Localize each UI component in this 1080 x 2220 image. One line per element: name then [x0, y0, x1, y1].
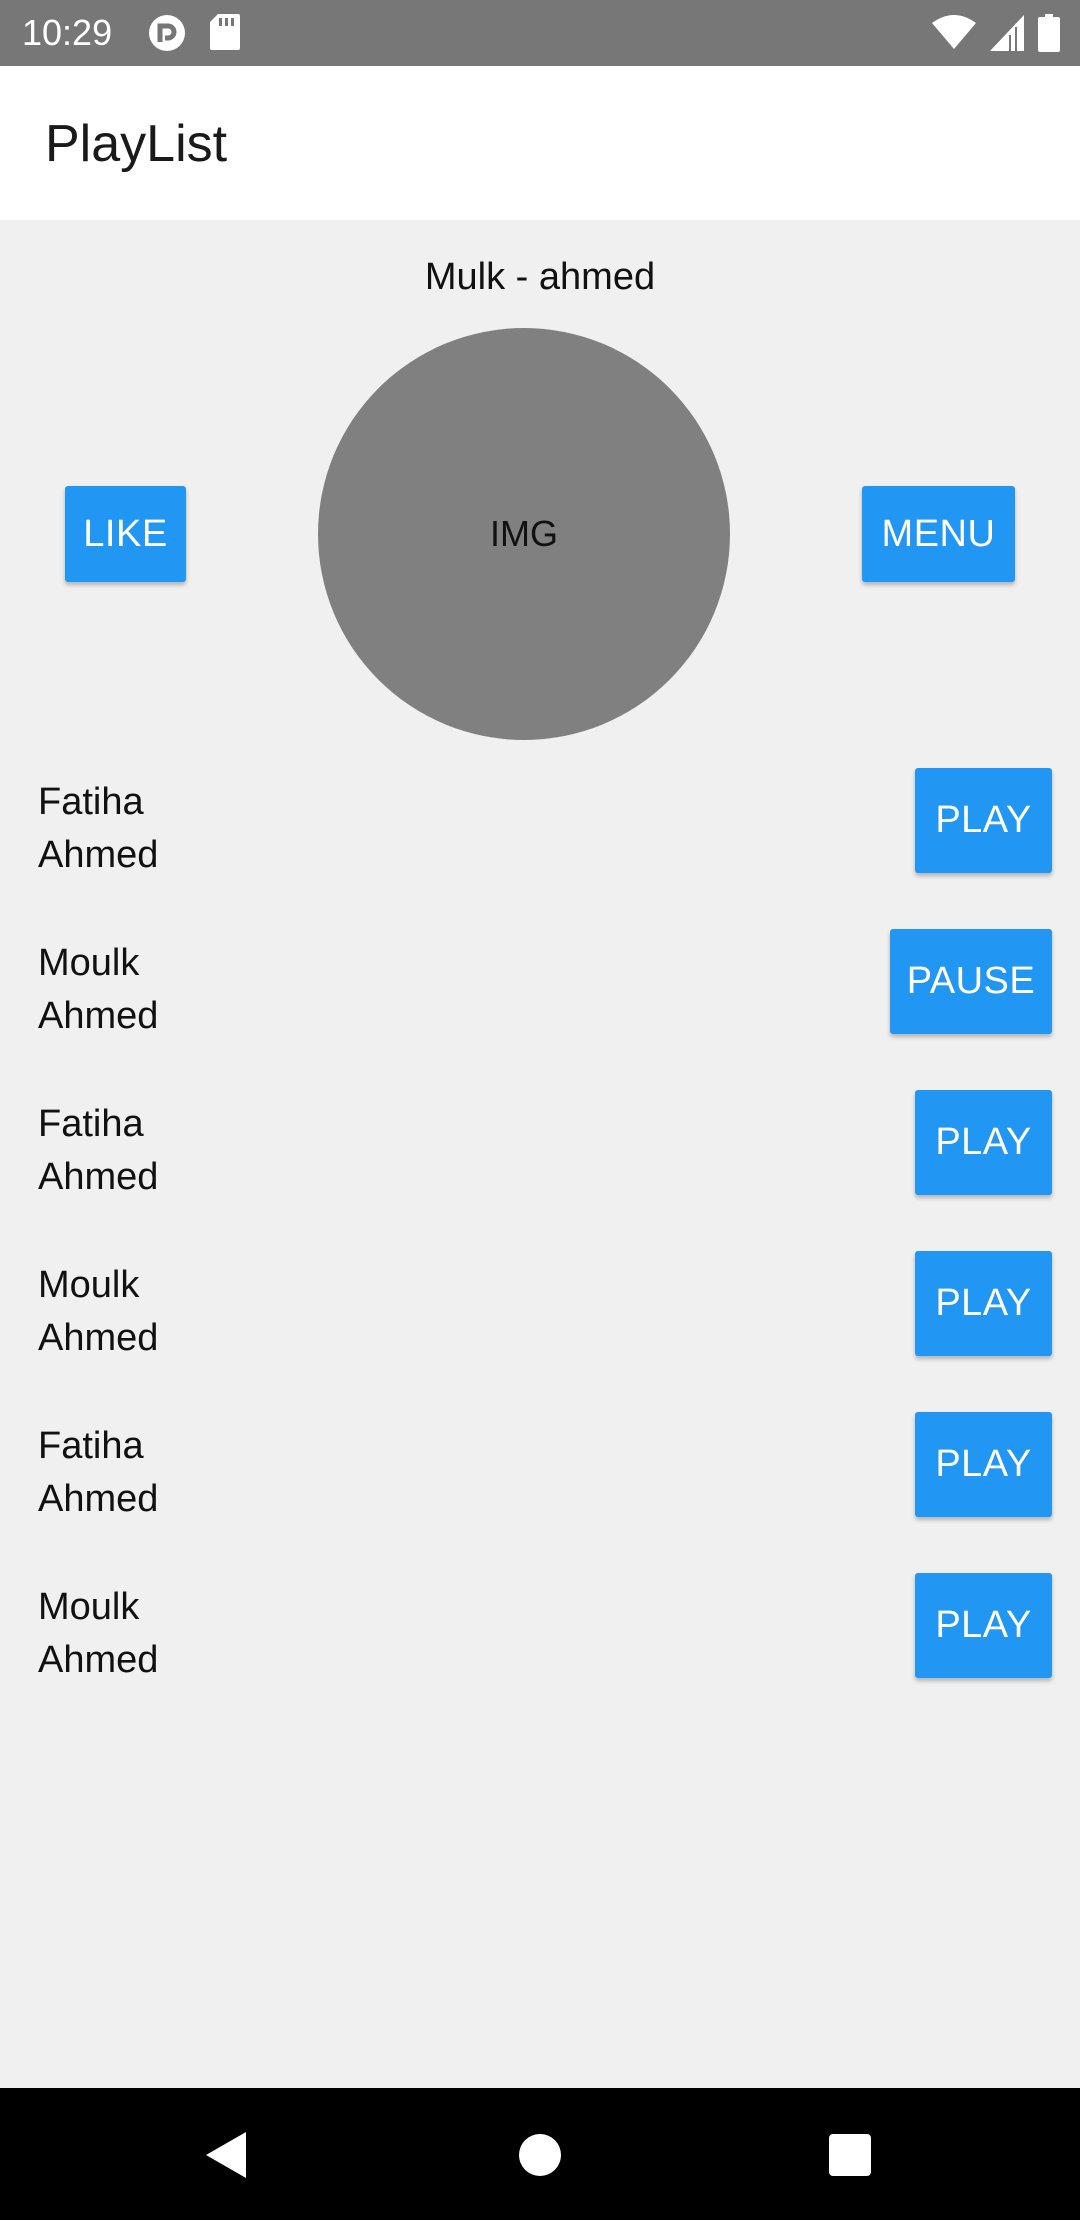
track-title: Moulk: [38, 1264, 140, 1306]
list-item: Moulk Ahmed PLAY: [0, 1573, 1080, 1734]
album-cover: IMG: [318, 328, 730, 740]
playlist: Fatiha Ahmed PLAY Moulk Ahmed PAUSE Fati…: [0, 768, 1080, 1734]
battery-icon: [1038, 14, 1060, 52]
track-title: Moulk: [38, 1586, 140, 1628]
play-button[interactable]: PLAY: [915, 768, 1052, 873]
pause-button[interactable]: PAUSE: [890, 929, 1052, 1034]
play-button[interactable]: PLAY: [915, 1090, 1052, 1195]
home-icon[interactable]: [519, 2134, 561, 2176]
track-artist: Ahmed: [38, 834, 159, 876]
nfc-icon: [148, 14, 186, 52]
play-button[interactable]: PLAY: [915, 1251, 1052, 1356]
track-title: Fatiha: [38, 781, 144, 823]
list-item: Fatiha Ahmed PLAY: [0, 768, 1080, 929]
track-artist: Ahmed: [38, 1478, 159, 1520]
signal-icon: [990, 15, 1024, 51]
sd-card-icon: [210, 14, 240, 52]
track-title: Moulk: [38, 942, 140, 984]
track-title: Fatiha: [38, 1103, 144, 1145]
app-bar: PlayList: [0, 66, 1080, 220]
album-cover-label: IMG: [490, 513, 558, 554]
track-artist: Ahmed: [38, 1639, 159, 1681]
list-item: Moulk Ahmed PAUSE: [0, 929, 1080, 1090]
navigation-bar: [0, 2088, 1080, 2220]
track-title: Fatiha: [38, 1425, 144, 1467]
play-button[interactable]: PLAY: [915, 1412, 1052, 1517]
play-button[interactable]: PLAY: [915, 1573, 1052, 1678]
menu-button[interactable]: MENU: [862, 486, 1015, 582]
now-playing-title: Mulk - ahmed: [424, 256, 656, 298]
wifi-icon: [932, 15, 976, 51]
track-artist: Ahmed: [38, 1156, 159, 1198]
list-item: Fatiha Ahmed PLAY: [0, 1412, 1080, 1573]
status-bar: 10:29: [0, 0, 1080, 66]
track-artist: Ahmed: [38, 1317, 159, 1359]
recents-icon[interactable]: [829, 2134, 871, 2176]
status-time: 10:29: [22, 12, 113, 53]
list-item: Fatiha Ahmed PLAY: [0, 1090, 1080, 1251]
back-icon[interactable]: [204, 2130, 248, 2185]
track-artist: Ahmed: [38, 995, 159, 1037]
page-title: PlayList: [45, 115, 228, 173]
like-button[interactable]: LIKE: [65, 486, 186, 582]
list-item: Moulk Ahmed PLAY: [0, 1251, 1080, 1412]
